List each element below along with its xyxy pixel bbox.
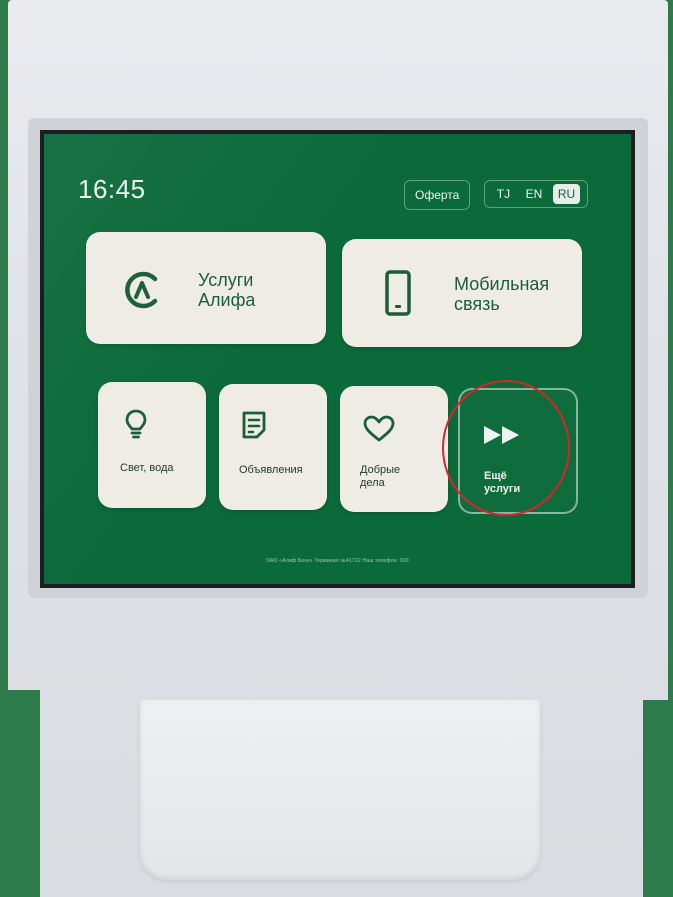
phone-icon	[385, 270, 411, 316]
lang-en-button[interactable]: EN	[521, 184, 548, 204]
mobile-services-label-line2: связь	[454, 294, 500, 314]
clock: 16:45	[78, 174, 146, 204]
alif-services-label-line1: Услуги	[198, 270, 254, 290]
ads-tile[interactable]: Объявления	[219, 384, 327, 510]
lang-ru-button[interactable]: RU	[552, 184, 581, 204]
language-switcher: TJ EN RU	[484, 180, 588, 208]
footer-info: ОАО «Алиф Бонк» Терминал №41712 Наш теле…	[266, 558, 409, 564]
offer-button[interactable]: Оферта	[404, 180, 471, 210]
lightbulb-icon	[125, 409, 147, 439]
kiosk-side-panel-right	[643, 700, 673, 897]
mobile-services-tile[interactable]: Мобильная связь	[342, 239, 582, 347]
alif-logo-icon	[125, 271, 158, 309]
mobile-services-label-line1: Мобильная	[454, 274, 550, 294]
kiosk-slot-panel	[140, 700, 540, 880]
alif-services-tile[interactable]: Услуги Алифа	[86, 232, 326, 344]
charity-label-line2: дела	[360, 477, 385, 489]
utilities-label: Свет, вода	[120, 462, 174, 474]
annotation-circle	[442, 380, 570, 516]
charity-label-line1: Добрые	[360, 464, 401, 476]
heart-icon	[363, 415, 395, 442]
kiosk-screen: 16:45 Оферта TJ EN RU Услуги Алифа Мобил…	[40, 130, 635, 588]
lang-tj-button[interactable]: TJ	[492, 184, 515, 204]
charity-tile[interactable]: Добрые дела	[340, 386, 448, 512]
kiosk-side-panel-left	[0, 690, 40, 897]
utilities-tile[interactable]: Свет, вода	[98, 382, 206, 508]
ads-label: Объявления	[239, 464, 303, 476]
alif-services-label-line2: Алифа	[198, 290, 256, 310]
document-icon	[242, 411, 266, 439]
